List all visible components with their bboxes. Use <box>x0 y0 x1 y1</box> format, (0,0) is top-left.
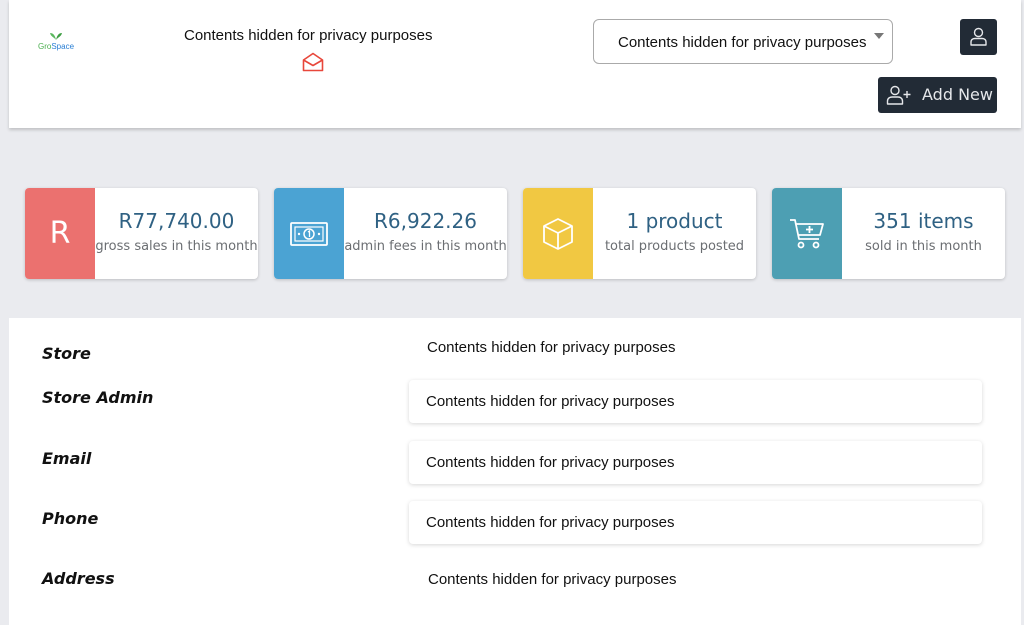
address-value: Contents hidden for privacy purposes <box>428 571 677 588</box>
products-value: 1 product <box>626 209 723 233</box>
leaf-icon <box>50 33 62 40</box>
phone-label: Phone <box>42 509 99 528</box>
phone-field[interactable]: Contents hidden for privacy purposes <box>409 501 982 544</box>
items-sold-card: 351 items sold in this month <box>772 188 1005 279</box>
items-sold-value: 351 items <box>873 209 974 233</box>
email-value: Contents hidden for privacy purposes <box>426 454 675 471</box>
gross-sales-card: R R77,740.00 gross sales in this month <box>25 188 258 279</box>
add-user-icon <box>886 85 911 105</box>
store-admin-label: Store Admin <box>42 388 154 407</box>
email-label: Email <box>42 449 92 468</box>
user-icon <box>970 27 987 46</box>
items-sold-icon-box <box>772 188 842 279</box>
store-value: Contents hidden for privacy purposes <box>427 339 676 356</box>
cart-icon <box>790 218 824 248</box>
products-icon-box <box>523 188 593 279</box>
profile-button[interactable] <box>960 19 997 55</box>
top-header: GroSpace Contents hidden for privacy pur… <box>9 0 1021 128</box>
grospace-logo[interactable]: GroSpace <box>37 31 77 55</box>
add-new-label: Add New <box>922 85 993 104</box>
store-details-panel: Store Contents hidden for privacy purpos… <box>9 318 1021 625</box>
admin-fees-label: admin fees in this month <box>344 239 507 254</box>
email-field[interactable]: Contents hidden for privacy purposes <box>409 441 982 484</box>
products-label: total products posted <box>604 239 745 254</box>
gross-sales-label: gross sales in this month <box>95 239 258 254</box>
admin-fees-value: R6,922.26 <box>374 209 477 233</box>
envelope-open-icon[interactable] <box>302 52 324 72</box>
items-sold-label: sold in this month <box>865 239 982 254</box>
store-select[interactable]: Contents hidden for privacy purposes <box>593 19 893 64</box>
address-label: Address <box>42 569 115 588</box>
gross-sales-value: R77,740.00 <box>118 209 235 233</box>
admin-fees-icon-box <box>274 188 344 279</box>
admin-fees-card: R6,922.26 admin fees in this month <box>274 188 507 279</box>
money-icon <box>290 221 328 246</box>
logo-text: GroSpace <box>38 42 75 51</box>
store-label: Store <box>42 344 91 363</box>
gross-sales-icon-box: R <box>25 188 95 279</box>
store-admin-field[interactable]: Contents hidden for privacy purposes <box>409 380 982 423</box>
phone-value: Contents hidden for privacy purposes <box>426 514 675 531</box>
rand-icon: R <box>49 216 71 251</box>
products-card: 1 product total products posted <box>523 188 756 279</box>
store-title: Contents hidden for privacy purposes <box>184 27 433 44</box>
store-select-value: Contents hidden for privacy purposes <box>618 34 867 51</box>
add-new-button[interactable]: Add New <box>878 77 997 113</box>
chevron-down-icon <box>874 33 884 39</box>
box-icon <box>543 217 573 250</box>
store-admin-value: Contents hidden for privacy purposes <box>426 393 675 410</box>
